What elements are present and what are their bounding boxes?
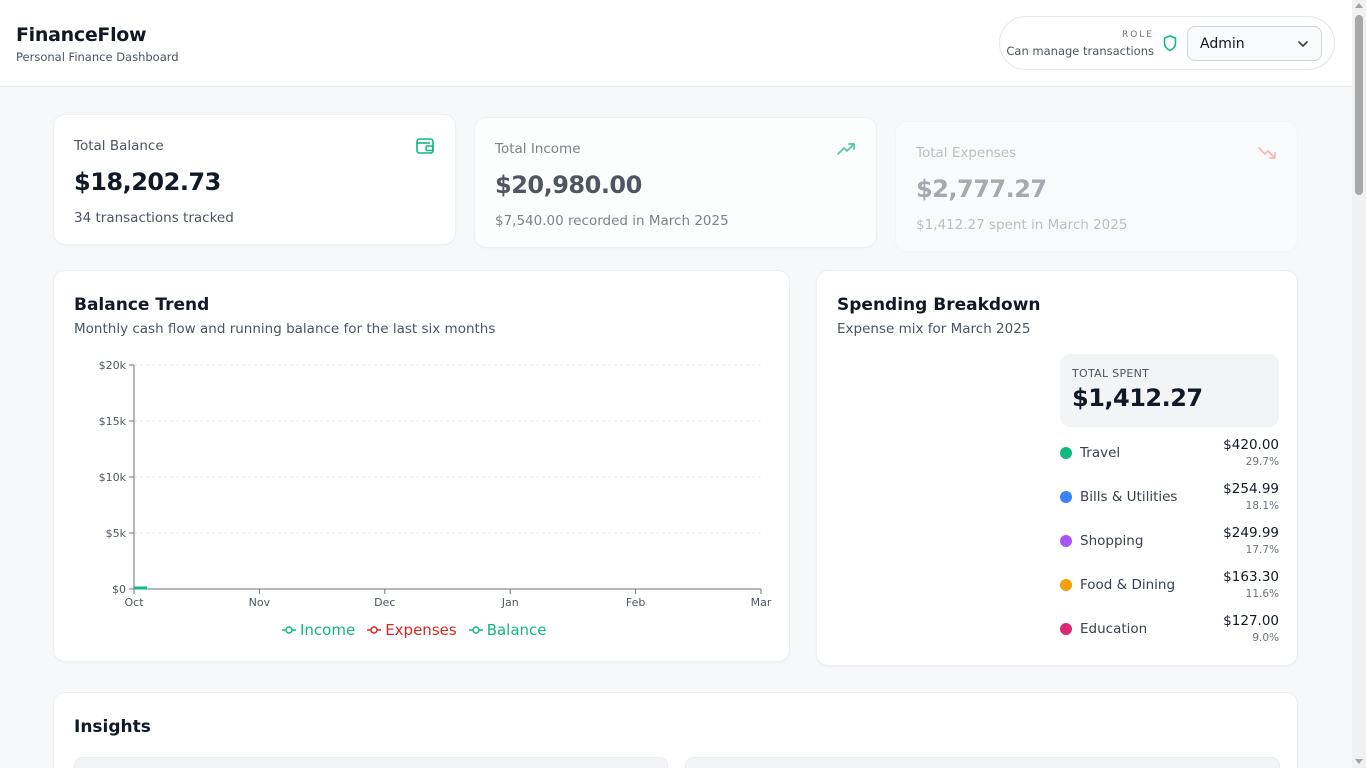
x-tick-label: Mar [751, 596, 772, 609]
y-tick-label: $15k [99, 415, 127, 428]
category-row: Travel $420.00 29.7% [1060, 437, 1279, 473]
x-tick-label: Dec [374, 596, 395, 609]
stat-sub: $7,540.00 recorded in March 2025 [495, 213, 729, 229]
category-amount: $420.00 [1223, 437, 1279, 453]
category-color-dot [1060, 623, 1072, 635]
stat-label: Total Expenses [916, 145, 1017, 161]
x-tick-label: Feb [626, 596, 645, 609]
chevron-down-icon [1298, 41, 1308, 47]
category-percent: 17.7% [1245, 544, 1279, 556]
y-tick-label: $20k [99, 359, 127, 372]
category-row: Food & Dining $163.30 11.6% [1060, 569, 1279, 605]
legend-label: Income [300, 621, 356, 639]
legend-line-icon [367, 626, 382, 634]
stat-value: $18,202.73 [74, 168, 221, 196]
trending-down-icon [1258, 147, 1276, 159]
stat-label: Total Balance [74, 138, 164, 154]
panel-subtitle: Expense mix for March 2025 [837, 321, 1031, 337]
page-scrollbar[interactable] [1352, 0, 1366, 768]
category-row: Education $127.00 9.0% [1060, 613, 1279, 649]
stat-sub: $1,412.27 spent in March 2025 [916, 217, 1128, 233]
insight-card [74, 757, 668, 768]
app-header: FinanceFlow Personal Finance Dashboard R… [0, 0, 1352, 87]
category-row: Shopping $249.99 17.7% [1060, 525, 1279, 561]
role-panel: ROLE Can manage transactions Admin [999, 16, 1335, 70]
x-tick-label: Nov [249, 596, 271, 609]
balance-trend-chart: $0 $5k $10k $15k $20k Oct Nov Dec Jan Feb Mar [99, 359, 772, 609]
category-name: Food & Dining [1080, 577, 1176, 593]
total-spent-label: TOTAL SPENT [1072, 367, 1150, 380]
category-name: Bills & Utilities [1080, 489, 1178, 505]
stat-card-balance: Total Balance $18,202.73 34 transactions… [53, 114, 456, 245]
total-spent-box: TOTAL SPENT $1,412.27 [1060, 354, 1279, 427]
total-spent-value: $1,412.27 [1072, 384, 1203, 412]
legend-line-icon [468, 626, 483, 634]
shield-icon [1163, 35, 1177, 52]
role-label: ROLE [1121, 30, 1154, 40]
y-tick-label: $5k [106, 527, 127, 540]
chart-legend: Income Expenses Balance [282, 621, 547, 639]
insights-title: Insights [74, 717, 151, 737]
role-select-value: Admin [1200, 36, 1245, 52]
stat-value: $2,777.27 [916, 175, 1047, 203]
category-amount: $254.99 [1223, 481, 1279, 497]
legend-item-expenses[interactable]: Expenses [367, 621, 457, 639]
category-percent: 18.1% [1245, 500, 1279, 512]
category-color-dot [1060, 491, 1072, 503]
category-name: Education [1080, 621, 1148, 637]
spending-breakdown-card: Spending Breakdown Expense mix for March… [816, 270, 1298, 666]
legend-item-balance[interactable]: Balance [468, 621, 547, 639]
category-name: Travel [1080, 445, 1121, 461]
role-select[interactable]: Admin [1187, 26, 1322, 61]
stat-card-expenses: Total Expenses $2,777.27 $1,412.27 spent… [895, 121, 1298, 252]
role-description: Can manage transactions [1006, 44, 1154, 58]
category-amount: $249.99 [1223, 525, 1279, 541]
category-row: Bills & Utilities $254.99 18.1% [1060, 481, 1279, 517]
y-tick-label: $10k [99, 471, 127, 484]
category-color-dot [1060, 579, 1072, 591]
category-color-dot [1060, 535, 1072, 547]
x-tick-label: Jan [501, 596, 519, 609]
scrollbar-thumb[interactable] [1355, 15, 1363, 195]
y-tick-label: $0 [112, 583, 126, 596]
category-percent: 11.6% [1245, 588, 1279, 600]
insights-card: Insights [53, 692, 1298, 768]
category-percent: 9.0% [1252, 632, 1279, 644]
wallet-icon [416, 138, 434, 154]
stat-sub: 34 transactions tracked [74, 210, 234, 226]
legend-line-icon [282, 626, 296, 634]
category-name: Shopping [1080, 533, 1144, 549]
panel-title: Spending Breakdown [837, 295, 1041, 315]
insight-card [685, 757, 1280, 768]
category-amount: $127.00 [1223, 613, 1279, 629]
stat-value: $20,980.00 [495, 171, 642, 199]
scroll-down-arrow-icon[interactable] [1355, 759, 1363, 764]
legend-label: Balance [486, 621, 547, 639]
scroll-up-arrow-icon[interactable] [1355, 3, 1363, 8]
category-amount: $163.30 [1223, 569, 1279, 585]
app-subtitle: Personal Finance Dashboard [16, 50, 179, 64]
category-percent: 29.7% [1245, 456, 1279, 468]
stat-card-income: Total Income $20,980.00 $7,540.00 record… [474, 117, 877, 248]
legend-label: Expenses [385, 621, 457, 639]
category-color-dot [1060, 447, 1072, 459]
stat-label: Total Income [495, 141, 581, 157]
trending-up-icon [837, 143, 855, 155]
legend-item-income[interactable]: Income [282, 621, 355, 639]
app-title: FinanceFlow [16, 24, 147, 46]
x-tick-label: Oct [124, 596, 144, 609]
balance-trend-card: Balance Trend Monthly cash flow and runn… [53, 270, 790, 662]
